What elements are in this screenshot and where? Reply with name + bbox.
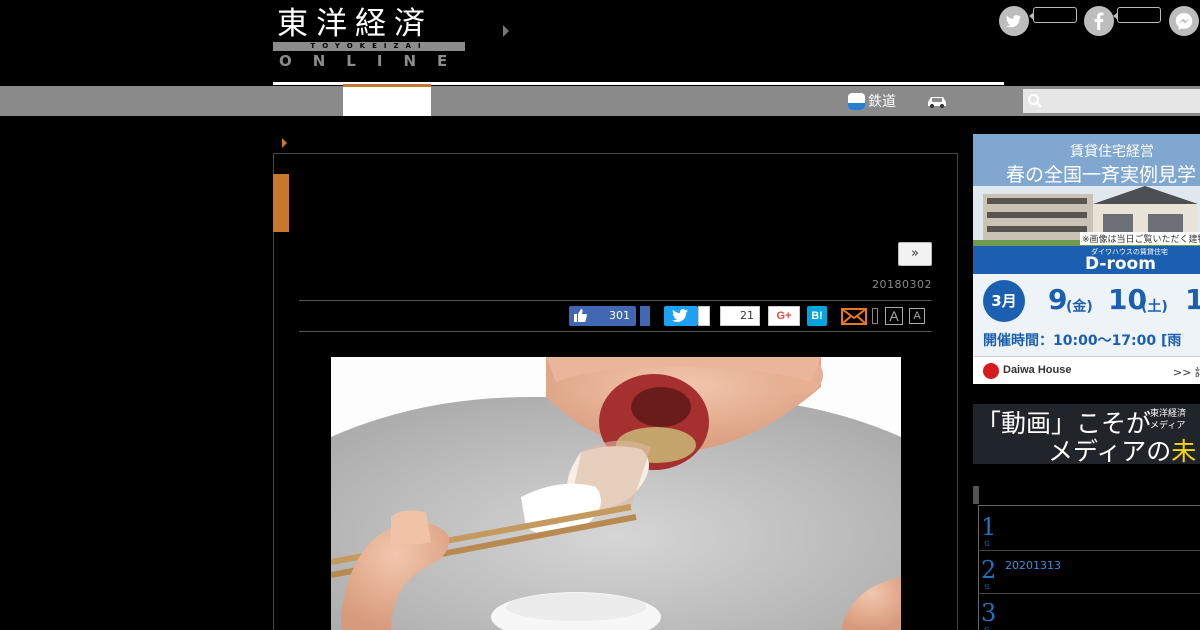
hatena-bookmark-button[interactable]: B! xyxy=(807,306,827,326)
ad2-line2-pre: メディアの xyxy=(1048,437,1172,464)
ad1-product: D-room xyxy=(1085,254,1156,274)
ad2-side1: 東洋経済 xyxy=(1150,409,1187,419)
rank-suffix: 位 xyxy=(984,541,991,548)
ranking-item[interactable]: 1 位 xyxy=(978,508,1200,551)
facebook-share-button[interactable] xyxy=(640,306,650,326)
twitter-follow-count xyxy=(1029,7,1077,23)
rank-number: 1 xyxy=(981,513,997,541)
ad1-footer: Daiwa House >> 詳 xyxy=(973,356,1200,384)
twitter-follow-icon[interactable] xyxy=(999,6,1029,36)
ad1-day1: 9 xyxy=(1048,283,1068,316)
ad2-side2: メディア xyxy=(1150,421,1186,431)
ranking-header xyxy=(973,486,1200,504)
ad1-month-badge: 3月 xyxy=(983,280,1025,322)
font-size-large-button[interactable]: A xyxy=(885,307,903,325)
ad2-line2: メディアの未 xyxy=(1048,432,1196,464)
ad2-line2-highlight: 未 xyxy=(1171,437,1197,464)
twitter-bird-icon xyxy=(672,309,688,322)
ad1-dow1: (金) xyxy=(1066,299,1093,315)
daiwa-logo-icon xyxy=(983,363,999,379)
ranking-item[interactable]: 2 位 20201313 xyxy=(978,551,1200,594)
train-icon xyxy=(848,92,865,110)
rank-title: 20201313 xyxy=(1005,559,1061,572)
facebook-like-button[interactable]: 301 xyxy=(569,306,636,326)
ad1-brand-band: ダイワハウスの賃貸住宅 D-room xyxy=(973,246,1200,274)
ad1-company: Daiwa House xyxy=(1003,364,1072,376)
ad1-caption: ※画像は当日ご覧いただく建物 xyxy=(1080,232,1200,245)
title-accent-bar xyxy=(273,174,289,232)
logo-online: ONLINE xyxy=(279,52,469,70)
search-icon xyxy=(1028,94,1042,108)
nav-rail-label: 鉄道 xyxy=(868,94,896,110)
facebook-follow-count xyxy=(1113,7,1161,23)
breadcrumb-arrow-icon xyxy=(282,138,287,148)
article-date: 20180302 xyxy=(872,278,932,291)
ad1-title1: 賃貸住宅経営 xyxy=(1070,144,1154,160)
ad1-more: >> 詳 xyxy=(1173,366,1200,379)
font-size-divider xyxy=(872,308,878,324)
tweet-count xyxy=(698,306,710,326)
nav-link-rail[interactable]: 鉄道 xyxy=(848,91,896,111)
like-count: 301 xyxy=(609,309,630,322)
rank-suffix: 位 xyxy=(984,625,990,630)
ad1-day3: 1 xyxy=(1185,283,1200,316)
site-logo[interactable]: 東洋経済 TOYOKEIZAI ONLINE xyxy=(273,6,468,70)
car-icon[interactable] xyxy=(925,93,949,109)
rank-number: 2 xyxy=(981,556,997,584)
search-input[interactable] xyxy=(1023,89,1200,113)
global-nav xyxy=(0,86,1200,116)
ad1-hours: 開催時間：10:00〜17:00 [雨 xyxy=(983,333,1182,349)
messenger-icon[interactable] xyxy=(1169,6,1199,36)
mail-icon[interactable] xyxy=(841,307,867,325)
sidebar-ad-daiwa[interactable]: 賃貸住宅経営 春の全国一斉実例見学 ※画像は当日ご覧いただく建物 ダイワハウスの… xyxy=(973,134,1200,384)
nav-tab-active[interactable] xyxy=(343,84,431,116)
rank-number: 3 xyxy=(981,599,997,627)
pocket-count[interactable]: 21 xyxy=(720,306,760,326)
share-bar-bottom-rule xyxy=(299,331,932,332)
next-page-button[interactable]: » xyxy=(898,242,932,266)
rank-suffix: 位 xyxy=(984,584,991,591)
facebook-follow-icon[interactable] xyxy=(1084,6,1114,36)
ranking-item[interactable]: 3 位 xyxy=(978,594,1200,630)
google-plus-button[interactable]: G+ xyxy=(768,306,800,326)
font-size-small-button[interactable]: A xyxy=(909,308,925,324)
logo-sub: TOYOKEIZAI xyxy=(273,42,465,51)
ad2-side: 東洋経済 メディア xyxy=(1150,408,1186,432)
ad1-title2: 春の全国一斉実例見学 xyxy=(1006,164,1197,186)
thumbs-up-icon xyxy=(574,309,587,322)
article-photo xyxy=(331,357,901,630)
ad1-dow2: (土) xyxy=(1141,299,1168,315)
sidebar-ad-video[interactable]: 「動画」こそが メディアの未 東洋経済 メディア xyxy=(973,404,1200,464)
tweet-button[interactable] xyxy=(664,306,698,326)
header-arrow-icon[interactable] xyxy=(503,25,509,37)
share-bar-top-rule xyxy=(299,300,932,301)
logo-kanji: 東洋経済 xyxy=(277,6,433,42)
